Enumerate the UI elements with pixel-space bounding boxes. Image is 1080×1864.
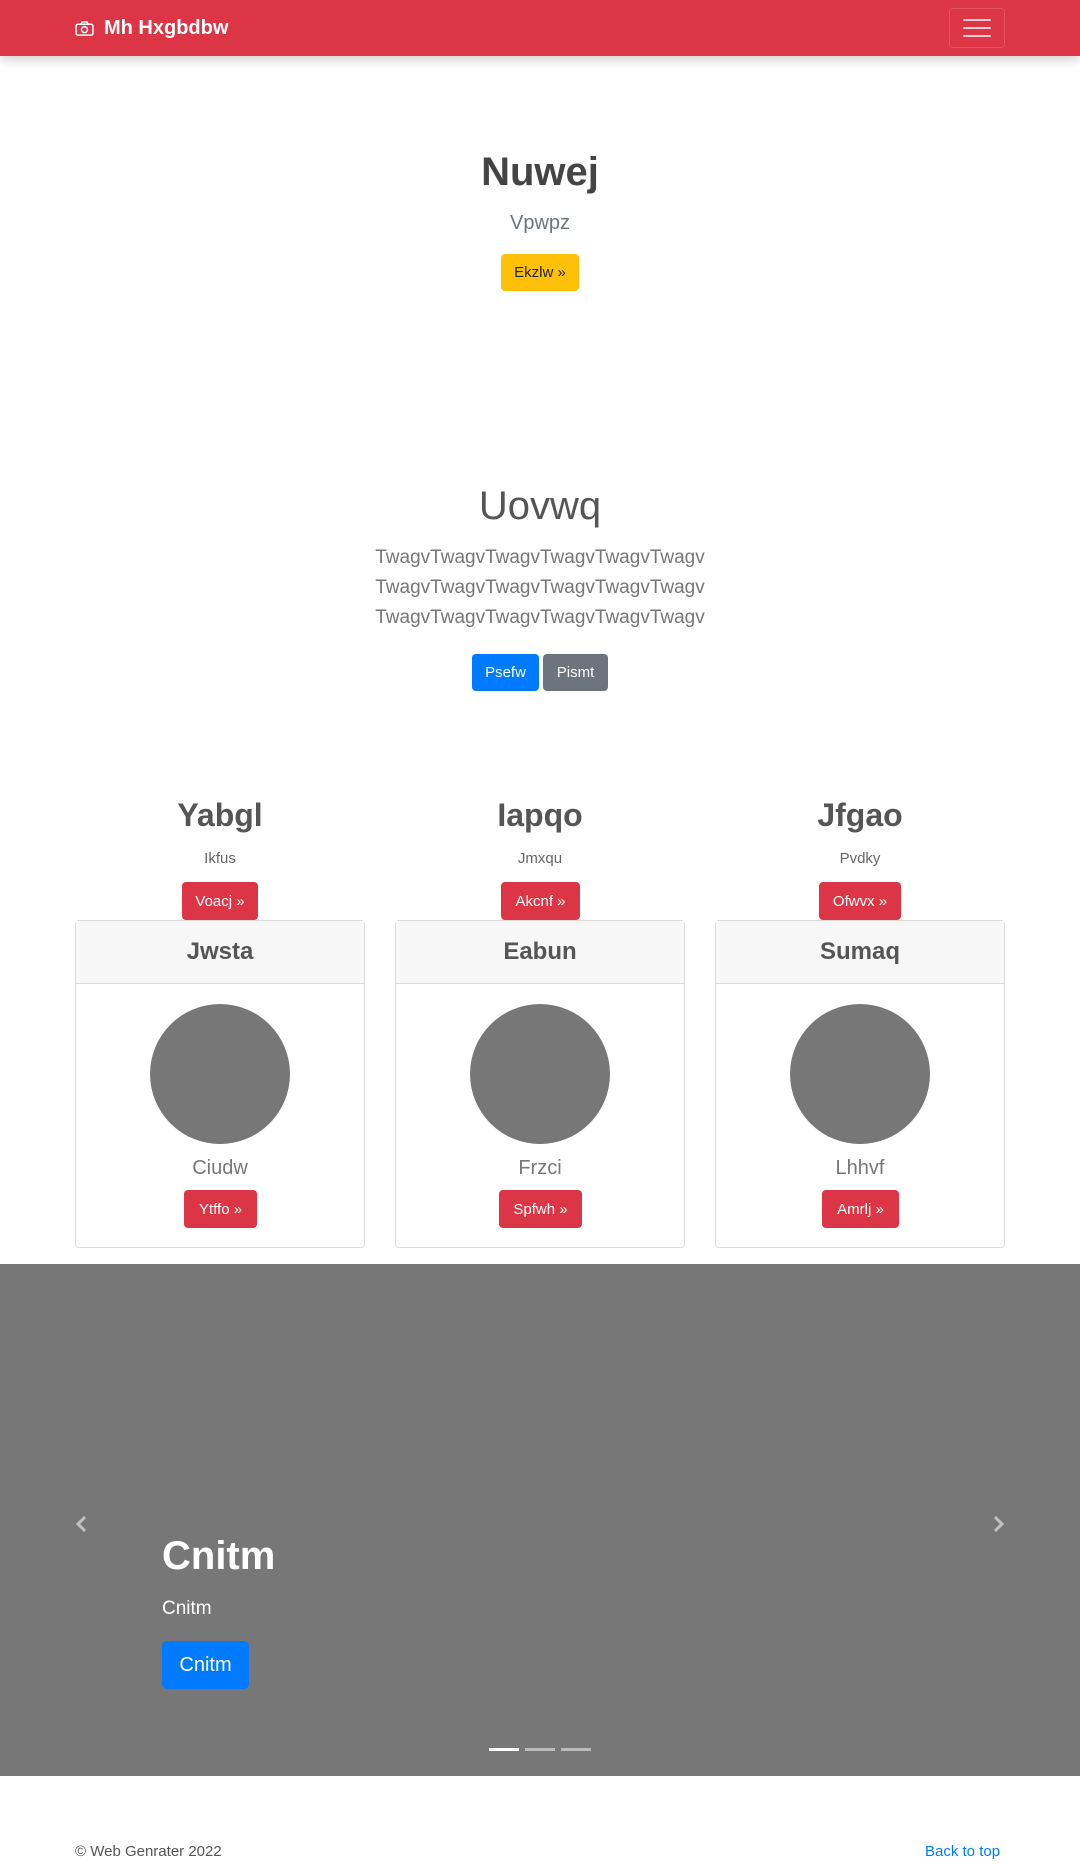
column-subtitle: Pvdky	[839, 850, 881, 867]
card-name: Frzci	[518, 1157, 562, 1179]
card-header: Sumaq	[716, 921, 1004, 984]
profile-card-2: Eabun Frzci Spfwh »	[395, 920, 685, 1248]
card-name: Ciudw	[192, 1157, 248, 1179]
carousel-subtitle: Cnitm	[162, 1598, 212, 1619]
card-button[interactable]: Spfwh »	[499, 1190, 582, 1228]
column-1: Yabgl Ikfus	[75, 797, 365, 867]
avatar	[790, 1004, 930, 1144]
chevron-right-icon[interactable]	[989, 1509, 1009, 1539]
profile-card-1: Jwsta Ciudw Ytffo »	[75, 920, 365, 1248]
card-header: Eabun	[396, 921, 684, 984]
hero-subtitle: Vpwpz	[509, 212, 571, 234]
column-2: Iapqo Jmxqu	[395, 797, 685, 867]
column-1-button[interactable]: Voacj »	[182, 882, 258, 920]
footer-copyright: © Web Genrater 2022	[75, 1843, 222, 1860]
carousel-title: Cnitm	[162, 1534, 276, 1578]
navbar: Mh Hxgbdbw	[0, 0, 1080, 56]
carousel-button[interactable]: Cnitm	[162, 1641, 249, 1689]
navbar-toggler-button[interactable]	[949, 8, 1005, 48]
card-button[interactable]: Amrlj »	[822, 1190, 899, 1228]
hero-title: Nuwej	[481, 150, 599, 194]
column-subtitle: Ikfus	[204, 850, 236, 867]
card-button[interactable]: Ytffo »	[184, 1190, 257, 1228]
secondary-button[interactable]: Pismt	[543, 654, 608, 691]
column-3: Jfgao Pvdky	[715, 797, 1005, 867]
card-name: Lhhvf	[835, 1157, 885, 1179]
brand-name: Mh Hxgbdbw	[104, 16, 229, 39]
camera-icon	[75, 20, 94, 36]
avatar	[150, 1004, 290, 1144]
back-to-top-link[interactable]: Back to top	[925, 1843, 1000, 1860]
hamburger-icon-line	[963, 35, 991, 37]
column-3-button[interactable]: Ofwvx »	[819, 882, 901, 920]
column-title: Iapqo	[497, 797, 583, 833]
hamburger-icon-line	[963, 27, 991, 29]
brand-link[interactable]: Mh Hxgbdbw	[75, 15, 228, 41]
card-header: Jwsta	[76, 921, 364, 984]
chevron-left-icon[interactable]	[71, 1509, 91, 1539]
section-text: TwagvTwagvTwagvTwagvTwagvTwagv TwagvTwag…	[375, 547, 705, 628]
carousel-indicator[interactable]	[525, 1748, 555, 1751]
column-2-button[interactable]: Akcnf »	[501, 882, 580, 920]
column-subtitle: Jmxqu	[517, 850, 563, 867]
carousel-indicator[interactable]	[561, 1748, 591, 1751]
profile-card-3: Sumaq Lhhvf Amrlj »	[715, 920, 1005, 1248]
avatar	[470, 1004, 610, 1144]
carousel: Cnitm Cnitm Cnitm	[0, 1264, 1080, 1776]
column-title: Jfgao	[817, 797, 903, 833]
carousel-indicators	[489, 1748, 591, 1751]
column-title: Yabgl	[177, 797, 263, 833]
section-title: Uovwq	[478, 484, 602, 528]
carousel-indicator[interactable]	[489, 1748, 519, 1751]
primary-button[interactable]: Psefw	[472, 654, 539, 691]
hero-button[interactable]: Ekzlw »	[501, 254, 579, 291]
hamburger-icon	[963, 19, 991, 21]
